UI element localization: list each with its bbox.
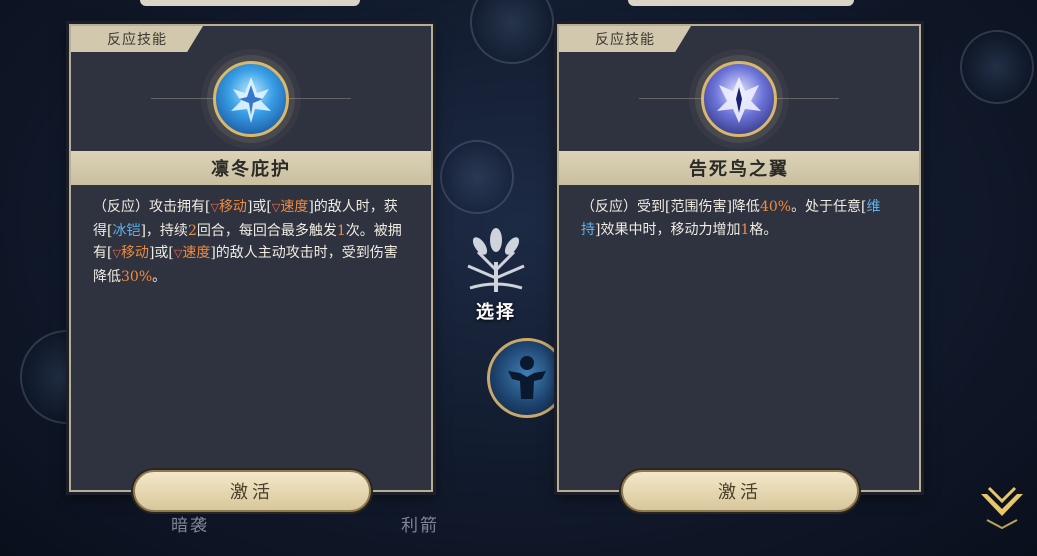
triangle-icon: ▽ [210, 201, 219, 214]
keyword-move[interactable]: 移动 [219, 199, 247, 215]
background-top-bar-left [140, 0, 360, 6]
background-skill-node [440, 140, 514, 214]
background-tab-right: 利箭 [401, 515, 439, 536]
background-skill-node [960, 30, 1034, 104]
divider [769, 98, 839, 99]
background-active-skill-node [487, 338, 567, 418]
figure-icon [508, 356, 546, 399]
keyword-speed[interactable]: 速度 [280, 199, 308, 215]
divider [281, 98, 351, 99]
activate-button-left[interactable]: 激活 [133, 470, 371, 512]
background-skill-node [470, 0, 554, 64]
skill-type-tag: 反应技能 [71, 26, 203, 52]
keyword-ice-armor[interactable]: 冰铠 [112, 223, 140, 239]
skill-description: （反应）攻击拥有[▽移动]或[▽速度]的敌人时，获得[冰铠]，持续2回合，每回合… [93, 199, 402, 285]
skill-type-tag: 反应技能 [559, 26, 691, 52]
choose-label: 选择 [476, 302, 516, 323]
skill-title: 告死鸟之翼 [689, 159, 789, 180]
skill-card-left[interactable]: 反应技能 凛冬庇护 （反应）攻击拥有[▽移动]或[▽速度]的敌人时，获得[冰铠]… [69, 24, 433, 492]
background-top-bar-right [628, 0, 854, 6]
tree-emblem-icon [467, 228, 525, 292]
triangle-icon: ▽ [112, 247, 121, 260]
keyword-speed[interactable]: 速度 [182, 245, 210, 261]
ice-crystal-icon [213, 61, 289, 137]
skill-title-band: 告死鸟之翼 [559, 151, 919, 185]
divider [151, 98, 221, 99]
skill-description: （反应）受到[范围伤害]降低40%。处于任意[维持]效果中时，移动力增加1格。 [581, 199, 881, 238]
divider [639, 98, 709, 99]
chevron-down-icon[interactable] [977, 484, 1027, 530]
keyword-move[interactable]: 移动 [121, 245, 149, 261]
activate-button-right[interactable]: 激活 [621, 470, 859, 512]
skill-title-band: 凛冬庇护 [71, 151, 431, 185]
skill-card-right[interactable]: 反应技能 告死鸟之翼 （反应）受到[范围伤害]降低40%。处于任意[维持]效果中… [557, 24, 921, 492]
wing-bird-icon [701, 61, 777, 137]
skill-title: 凛冬庇护 [211, 159, 291, 180]
